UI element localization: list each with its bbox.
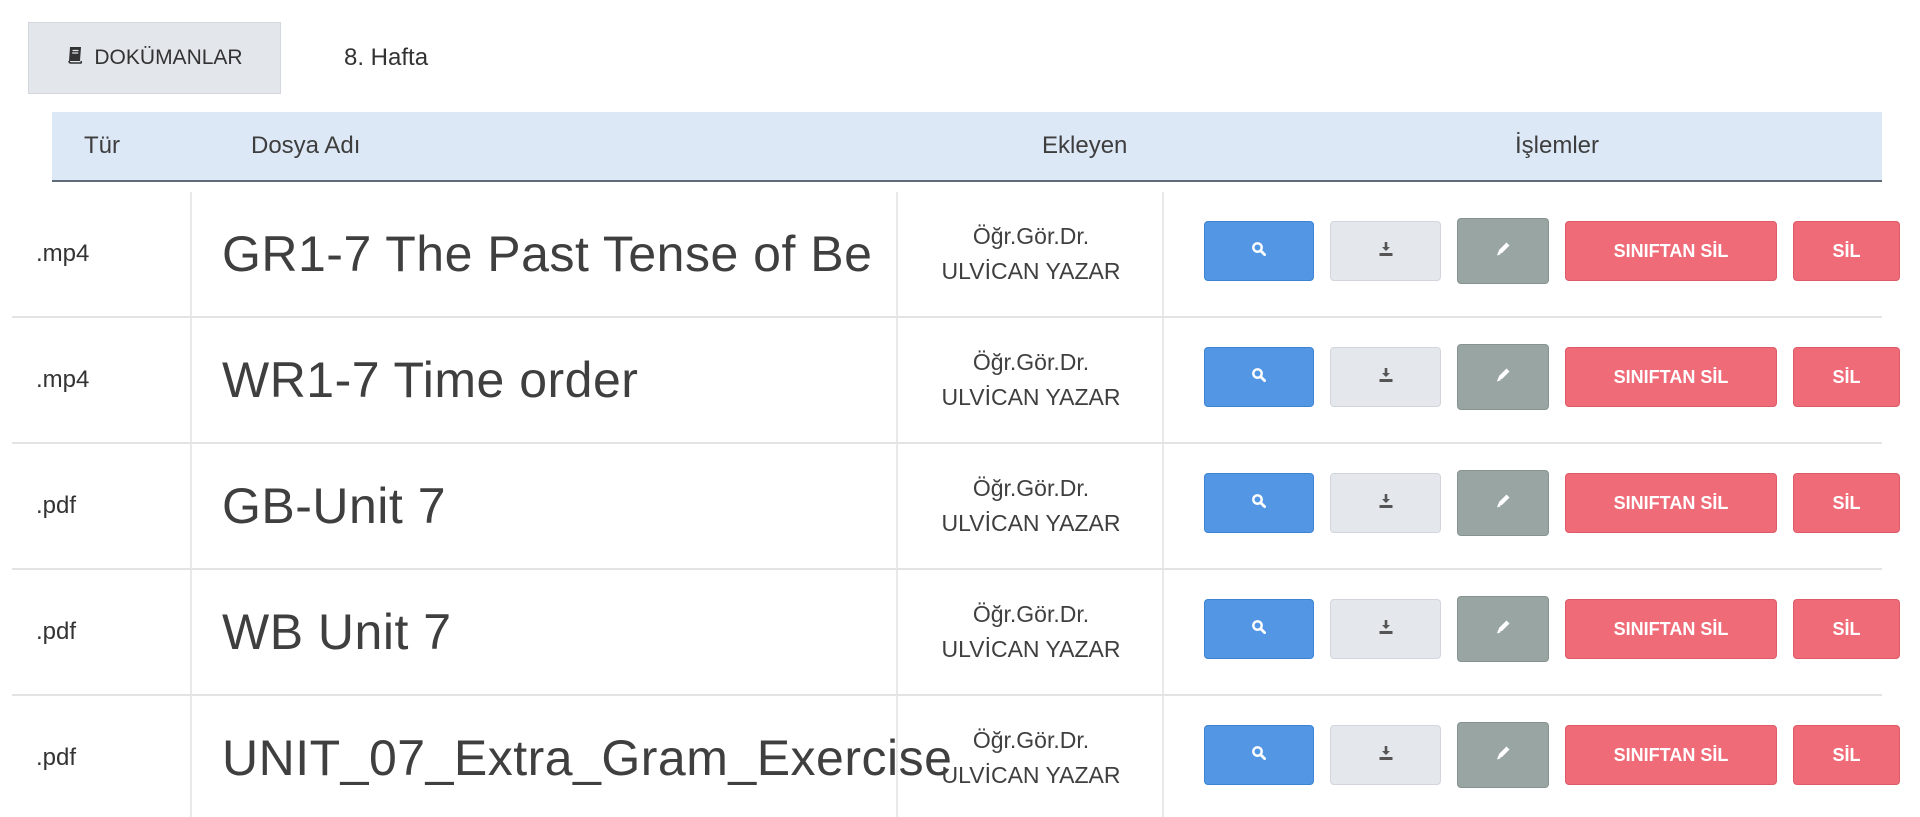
table-body: .mp4 GR1-7 The Past Tense of Be Öğr.Gör.… <box>12 192 1900 817</box>
pencil-icon <box>1494 240 1512 263</box>
delete-button[interactable]: SİL <box>1793 599 1900 659</box>
documents-table: Tür Dosya Adı Ekleyen İşlemler .mp4 GR1-… <box>12 112 1900 817</box>
view-button[interactable] <box>1204 725 1314 785</box>
tab-bar: DOKÜMANLAR 8. Hafta <box>28 22 428 94</box>
search-icon <box>1250 618 1268 641</box>
remove-from-class-button[interactable]: SINIFTAN SİL <box>1565 347 1777 407</box>
file-name: UNIT_07_Extra_Gram_Exercise <box>222 730 953 786</box>
table-row: .mp4 GR1-7 The Past Tense of Be Öğr.Gör.… <box>12 192 1900 318</box>
added-by-name: ULVİCAN YAZAR <box>941 762 1121 788</box>
column-divider <box>190 570 192 694</box>
tab-documents[interactable]: DOKÜMANLAR <box>28 22 281 94</box>
added-by: Öğr.Gör.Dr. ULVİCAN YAZAR <box>908 219 1154 289</box>
added-by: Öğr.Gör.Dr. ULVİCAN YAZAR <box>908 471 1154 541</box>
added-by-title: Öğr.Gör.Dr. <box>972 475 1090 501</box>
tab-documents-label: DOKÜMANLAR <box>94 46 243 69</box>
header-file-name: Dosya Adı <box>251 132 361 159</box>
column-divider <box>190 192 192 316</box>
download-icon <box>1377 240 1395 263</box>
delete-button[interactable]: SİL <box>1793 221 1900 281</box>
column-divider <box>896 192 898 316</box>
download-icon <box>1377 366 1395 389</box>
column-divider <box>1162 444 1164 568</box>
column-divider <box>190 696 192 817</box>
column-divider <box>1162 696 1164 817</box>
table-row: .pdf GB-Unit 7 Öğr.Gör.Dr. ULVİCAN YAZAR <box>12 444 1900 570</box>
view-button[interactable] <box>1204 347 1314 407</box>
column-divider <box>1162 318 1164 442</box>
week-label: 8. Hafta <box>344 44 429 71</box>
table-row: .pdf WB Unit 7 Öğr.Gör.Dr. ULVİCAN YAZAR <box>12 570 1900 696</box>
download-button[interactable] <box>1330 473 1441 533</box>
file-type: .pdf <box>36 492 77 519</box>
download-icon <box>1377 618 1395 641</box>
pencil-icon <box>1494 492 1512 515</box>
column-divider <box>896 696 898 817</box>
file-name: WB Unit 7 <box>222 604 452 660</box>
added-by: Öğr.Gör.Dr. ULVİCAN YAZAR <box>908 345 1154 415</box>
file-type: .mp4 <box>36 366 90 393</box>
column-divider <box>190 318 192 442</box>
edit-button[interactable] <box>1457 344 1549 410</box>
column-divider <box>1162 570 1164 694</box>
remove-from-class-button[interactable]: SINIFTAN SİL <box>1565 473 1777 533</box>
column-divider <box>1162 192 1164 316</box>
delete-button[interactable]: SİL <box>1793 347 1900 407</box>
view-button[interactable] <box>1204 599 1314 659</box>
delete-button[interactable]: SİL <box>1793 725 1900 785</box>
table-row: .pdf UNIT_07_Extra_Gram_Exercise Öğr.Gör… <box>12 696 1900 817</box>
pencil-icon <box>1494 618 1512 641</box>
download-button[interactable] <box>1330 599 1441 659</box>
pencil-icon <box>1494 744 1512 767</box>
added-by: Öğr.Gör.Dr. ULVİCAN YAZAR <box>908 597 1154 667</box>
added-by-name: ULVİCAN YAZAR <box>941 510 1121 536</box>
download-icon <box>1377 744 1395 767</box>
column-divider <box>896 318 898 442</box>
download-button[interactable] <box>1330 725 1441 785</box>
remove-from-class-button[interactable]: SINIFTAN SİL <box>1565 221 1777 281</box>
file-type: .pdf <box>36 744 77 771</box>
added-by-name: ULVİCAN YAZAR <box>941 636 1121 662</box>
header-type: Tür <box>84 132 120 159</box>
pencil-icon <box>1494 366 1512 389</box>
added-by-name: ULVİCAN YAZAR <box>941 258 1121 284</box>
column-divider <box>896 444 898 568</box>
remove-from-class-button[interactable]: SINIFTAN SİL <box>1565 599 1777 659</box>
file-name: WR1-7 Time order <box>222 352 639 408</box>
header-added-by: Ekleyen <box>1042 132 1128 159</box>
column-divider <box>190 444 192 568</box>
file-type: .pdf <box>36 618 77 645</box>
added-by-title: Öğr.Gör.Dr. <box>972 349 1090 375</box>
search-icon <box>1250 492 1268 515</box>
added-by: Öğr.Gör.Dr. ULVİCAN YAZAR <box>908 723 1154 793</box>
remove-from-class-button[interactable]: SINIFTAN SİL <box>1565 725 1777 785</box>
file-name: GR1-7 The Past Tense of Be <box>222 226 873 282</box>
search-icon <box>1250 744 1268 767</box>
download-button[interactable] <box>1330 347 1441 407</box>
column-divider <box>896 570 898 694</box>
edit-button[interactable] <box>1457 218 1549 284</box>
added-by-name: ULVİCAN YAZAR <box>941 384 1121 410</box>
edit-button[interactable] <box>1457 596 1549 662</box>
header-actions: İşlemler <box>1515 132 1600 159</box>
file-name: GB-Unit 7 <box>222 478 447 534</box>
search-icon <box>1250 366 1268 389</box>
view-button[interactable] <box>1204 473 1314 533</box>
edit-button[interactable] <box>1457 722 1549 788</box>
table-header: Tür Dosya Adı Ekleyen İşlemler <box>52 112 1882 182</box>
added-by-title: Öğr.Gör.Dr. <box>972 223 1090 249</box>
view-button[interactable] <box>1204 221 1314 281</box>
edit-button[interactable] <box>1457 470 1549 536</box>
added-by-title: Öğr.Gör.Dr. <box>972 601 1090 627</box>
download-icon <box>1377 492 1395 515</box>
search-icon <box>1250 240 1268 263</box>
download-button[interactable] <box>1330 221 1441 281</box>
book-icon <box>66 45 86 71</box>
delete-button[interactable]: SİL <box>1793 473 1900 533</box>
added-by-title: Öğr.Gör.Dr. <box>972 727 1090 753</box>
file-type: .mp4 <box>36 240 90 267</box>
table-row: .mp4 WR1-7 Time order Öğr.Gör.Dr. ULVİCA… <box>12 318 1900 444</box>
